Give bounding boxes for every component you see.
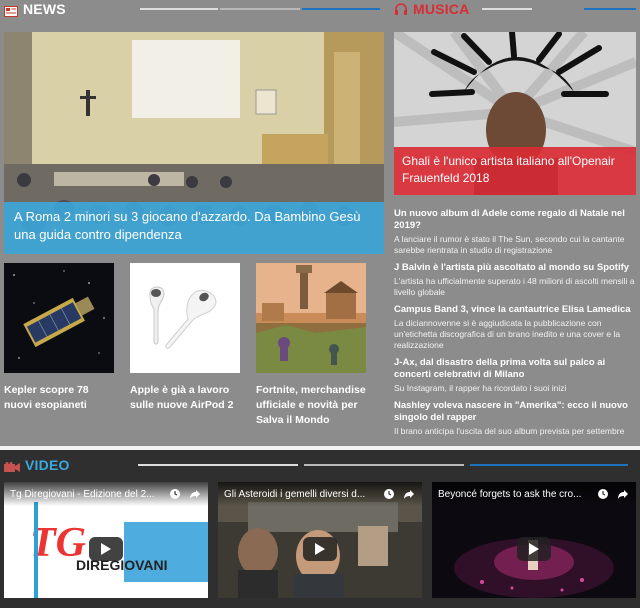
news-divider-2 [220,8,300,10]
share-icon[interactable] [402,487,416,501]
video-divider-3 [470,464,628,466]
video-top-bar: Gli Asteroidi i gemelli diversi d... [218,482,422,506]
news-icon [4,4,18,17]
music-list: Un nuovo album di Adele come regalo di N… [394,208,638,443]
news-title[interactable]: NEWS [23,1,66,17]
video-top-bar: Tg Diregiovani - Edizione del 2... [4,482,208,506]
music-hero-caption[interactable]: Ghali è l'unico artista italiano all'Ope… [394,147,636,195]
list-item[interactable]: J Balvin è l'artista più ascoltato al mo… [394,262,638,298]
music-item-title[interactable]: Un nuovo album di Adele come regalo di N… [394,208,638,232]
list-item[interactable]: Nashley voleva nascere in "Amerika": ecc… [394,400,638,437]
news-hero-card[interactable]: A Roma 2 minori su 3 giocano d'azzardo. … [4,32,384,254]
play-button[interactable] [517,537,551,562]
video-section-header: VIDEO [4,456,70,474]
video-top-bar: Beyoncé forgets to ask the cro... [432,482,636,506]
news-thumb-caption[interactable]: Fortnite, merchandise ufficiale e novità… [256,383,366,428]
list-item[interactable]: Campus Band 3, vince la cantautrice Elis… [394,304,638,351]
music-item-title[interactable]: Campus Band 3, vince la cantautrice Elis… [394,304,638,316]
play-button[interactable] [89,537,123,562]
music-item-desc: A lanciare il rumor è stato il The Sun, … [394,234,625,255]
fortnite-image [256,263,366,373]
news-thumb-card[interactable]: Apple è già a lavoro sulle nuove AirPod … [130,263,240,413]
kepler-image [4,263,114,373]
list-item[interactable]: Un nuovo album di Adele come regalo di N… [394,208,638,256]
music-hero-card[interactable]: Ghali è l'unico artista italiano all'Ope… [394,32,636,195]
play-button[interactable] [303,537,337,562]
video-divider-2 [304,464,464,466]
video-title-text[interactable]: Beyoncé forgets to ask the cro... [438,489,590,500]
video-title-text[interactable]: Gli Asteroidi i gemelli diversi d... [224,489,376,500]
list-item[interactable]: J-Ax, dal disastro della prima volta sul… [394,357,638,394]
news-divider-1 [140,8,218,10]
news-thumb-caption[interactable]: Kepler scopre 78 nuovi esopianeti [4,383,114,413]
video-title-text[interactable]: Tg Diregiovani - Edizione del 2... [10,489,162,500]
headphones-icon [394,2,408,16]
music-item-desc: L'artista ha ufficialmente superato i 48… [394,276,635,297]
share-icon[interactable] [616,487,630,501]
news-divider-3 [302,8,380,10]
video-card[interactable]: Beyoncé forgets to ask the cro... [432,482,636,598]
news-thumb-caption[interactable]: Apple è già a lavoro sulle nuove AirPod … [130,383,240,413]
music-item-desc: Il brano anticipa l'uscita del suo album… [394,426,625,436]
airpods-image [130,263,240,373]
news-section-header: NEWS [4,0,66,18]
music-divider-1 [482,8,532,10]
music-item-title[interactable]: Nashley voleva nascere in "Amerika": ecc… [394,400,638,424]
video-camera-icon [4,460,20,472]
music-section-header: MUSICA [394,0,469,18]
share-icon[interactable] [188,487,202,501]
music-item-desc: La diciannovenne si è aggiudicata la pub… [394,318,621,350]
news-hero-caption[interactable]: A Roma 2 minori su 3 giocano d'azzardo. … [4,202,384,254]
clock-icon[interactable] [168,487,182,501]
music-item-desc: Su Instagram, il rapper ha ricordato i s… [394,383,567,393]
clock-icon[interactable] [596,487,610,501]
music-divider-2 [584,8,636,10]
clock-icon[interactable] [382,487,396,501]
video-card[interactable]: TG DIREGIOVANI Tg Diregiovani - Edizione… [4,482,208,598]
music-item-title[interactable]: J-Ax, dal disastro della prima volta sul… [394,357,638,381]
news-thumb-card[interactable]: Fortnite, merchandise ufficiale e novità… [256,263,366,428]
video-card[interactable]: Gli Asteroidi i gemelli diversi d... [218,482,422,598]
video-divider-1 [138,464,298,466]
music-item-title[interactable]: J Balvin è l'artista più ascoltato al mo… [394,262,638,274]
music-title[interactable]: MUSICA [413,1,469,17]
video-title[interactable]: VIDEO [25,457,70,473]
news-thumb-card[interactable]: Kepler scopre 78 nuovi esopianeti [4,263,114,413]
